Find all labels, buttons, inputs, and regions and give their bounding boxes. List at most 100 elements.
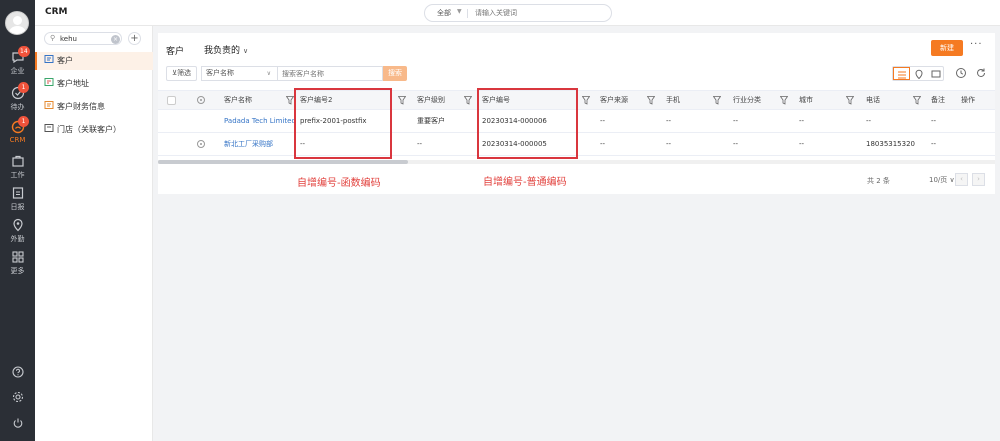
column-header[interactable]: 客户名称 [224, 91, 252, 110]
list-icon [897, 71, 906, 78]
column-header[interactable]: 行业分类 [733, 91, 761, 110]
calendar-icon [12, 187, 23, 199]
table-cell: -- [866, 117, 872, 125]
rail-item-label: 企业 [10, 67, 25, 75]
refresh-icon[interactable] [975, 67, 987, 79]
filter-icon[interactable] [582, 96, 590, 105]
rail-item-todo[interactable]: 1 待办 [0, 82, 35, 118]
customer-name-link[interactable]: Padada Tech Limited [224, 110, 296, 133]
rail-item-more[interactable]: 更多 [0, 250, 35, 282]
settings-button[interactable] [0, 391, 35, 406]
customer-icon [44, 55, 54, 63]
rail-badge: 1 [18, 82, 29, 93]
menu-search[interactable]: ⚲ × [44, 32, 122, 45]
filter-icon[interactable] [913, 96, 921, 105]
customer-name: 新北工厂采购部 [224, 140, 273, 148]
table-cell: -- [666, 140, 672, 148]
avatar[interactable] [5, 11, 29, 35]
filter-icon[interactable] [398, 96, 406, 105]
column-header: 操作 [961, 96, 975, 104]
finance-icon [44, 101, 54, 109]
scrollbar-thumb[interactable] [158, 160, 408, 164]
select-all-checkbox[interactable] [167, 96, 176, 105]
left-nav-rail: 14 企业 1 待办 1 CRM 工作 日报 外勤 更多 [0, 0, 35, 441]
rail-item-crm[interactable]: 1 CRM [0, 116, 35, 152]
filter-icon[interactable] [780, 96, 788, 105]
location-icon [914, 69, 923, 79]
briefcase-icon [11, 155, 24, 167]
filter-icon[interactable] [286, 96, 294, 105]
store-icon [44, 124, 54, 132]
add-menu-button[interactable]: + [128, 32, 141, 45]
global-search[interactable]: 全部 ▼ [424, 4, 612, 22]
list-view-button[interactable] [893, 67, 910, 80]
filter-icon[interactable] [647, 96, 655, 105]
logout-button[interactable] [0, 417, 35, 432]
row-status-icon [197, 96, 205, 104]
table-cell: -- [931, 117, 937, 125]
app-title: CRM [45, 7, 68, 17]
view-select[interactable]: 我负责的 ∨ [204, 43, 248, 56]
menu-search-input[interactable] [60, 34, 108, 44]
prev-page-button[interactable]: ‹ [955, 173, 968, 186]
table-cell: 18035315320 [866, 140, 915, 148]
customer-name: Padada Tech Limited [224, 117, 296, 125]
column-header[interactable]: 客户来源 [600, 91, 628, 110]
search-field-value: 客户名称 [206, 69, 234, 77]
filter-icon[interactable] [464, 96, 472, 105]
search-field-select[interactable]: 客户名称 ∨ [201, 66, 277, 81]
history-icon[interactable] [955, 67, 967, 79]
table-cell: -- [931, 140, 937, 148]
new-button[interactable]: 新建 [931, 40, 963, 56]
rail-item-label: 工作 [10, 171, 25, 179]
rail-item-message[interactable]: 14 企业 [0, 46, 35, 82]
rail-item-checkin[interactable]: 外勤 [0, 218, 35, 250]
table-cell: -- [733, 117, 739, 125]
column-header[interactable]: 城市 [799, 91, 813, 110]
column-header[interactable]: 备注 [931, 91, 945, 110]
help-icon [11, 366, 24, 378]
module-menu: ⚲ × + 客户 客户地址 客户财务信息 门店（关联客户） [35, 26, 153, 441]
chevron-down-icon: ∨ [949, 176, 955, 184]
chevron-down-icon: ∨ [266, 70, 271, 77]
location-icon [12, 218, 23, 232]
pager-total: 共 2 条 [867, 177, 890, 185]
table-cell: -- [799, 140, 805, 148]
rail-item-work[interactable]: 工作 [0, 154, 35, 186]
column-header[interactable]: 电话 [866, 91, 880, 110]
rail-item-log[interactable]: 日报 [0, 186, 35, 218]
gear-icon [12, 391, 23, 403]
menu-item-customer-address[interactable]: 客户地址 [35, 75, 153, 93]
search-scope-select[interactable]: 全部 [437, 8, 451, 18]
search-button[interactable]: 搜索 [383, 66, 407, 81]
table-cell: -- [666, 117, 672, 125]
filter-icon[interactable] [846, 96, 854, 105]
card-view-button[interactable] [927, 67, 944, 80]
page-title: 客户 [166, 47, 185, 57]
global-search-input[interactable] [475, 7, 605, 19]
more-button[interactable]: ··· [970, 39, 983, 50]
horizontal-scrollbar[interactable] [158, 160, 995, 164]
clear-icon[interactable]: × [111, 34, 120, 44]
menu-item-customer[interactable]: 客户 [35, 52, 153, 70]
customer-search-input[interactable] [277, 66, 383, 81]
address-icon [44, 78, 54, 86]
rail-item-label: 日报 [10, 203, 25, 211]
menu-item-store[interactable]: 门店（关联客户） [35, 121, 153, 139]
column-header[interactable]: 客户级别 [417, 91, 445, 110]
annotation-label-normal-code: 自增编号-普通编码 [483, 177, 567, 188]
rail-badge: 14 [18, 46, 30, 57]
menu-item-customer-finance[interactable]: 客户财务信息 [35, 98, 153, 116]
help-button[interactable] [0, 366, 35, 381]
rail-item-label: 更多 [10, 267, 25, 275]
table-cell: -- [799, 117, 805, 125]
customer-name-link[interactable]: 新北工厂采购部 [224, 133, 273, 156]
page-size-value: 10/页 [929, 176, 948, 184]
filter-icon[interactable] [713, 96, 721, 105]
column-header[interactable]: 手机 [666, 91, 680, 110]
next-page-button[interactable]: › [972, 173, 985, 186]
map-view-button[interactable] [910, 67, 927, 80]
page-size-select[interactable]: 10/页 ∨ [929, 175, 955, 185]
filter-button[interactable]: ⊻筛选 [166, 66, 197, 81]
rail-item-label: 外勤 [10, 235, 25, 243]
